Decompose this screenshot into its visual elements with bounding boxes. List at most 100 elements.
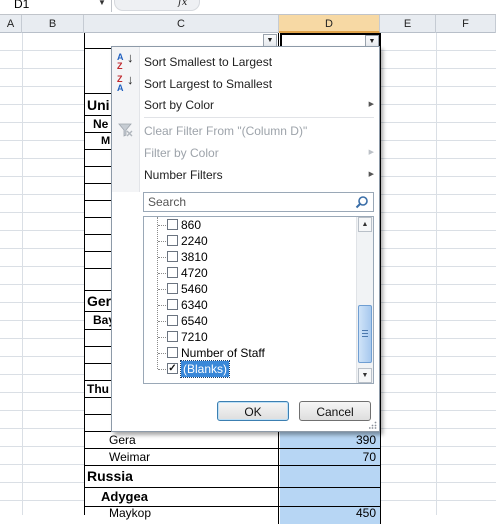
list-item-label: 4720 [181, 266, 208, 280]
list-item[interactable]: 860 [158, 217, 348, 233]
menu-filter-by-color[interactable]: Filter by Color ▶ [144, 143, 374, 163]
search-icon[interactable] [355, 195, 369, 209]
list-item-label: 3810 [181, 250, 208, 264]
column-header-label: B [48, 18, 57, 30]
cell-value: 70 [362, 450, 376, 464]
list-item[interactable]: Number of Staff [158, 345, 348, 361]
submenu-arrow-icon: ▶ [368, 149, 374, 156]
list-item[interactable]: ✓ (Blanks) [158, 360, 348, 378]
table-row: Weimar 70 [85, 449, 381, 466]
checkbox[interactable] [167, 219, 178, 230]
name-box[interactable]: D1 ▼ [0, 0, 112, 12]
list-item[interactable]: 6540 [158, 313, 348, 329]
tree-connector [158, 369, 166, 370]
list-item[interactable]: 7210 [158, 329, 348, 345]
column-header-label: E [403, 18, 412, 30]
checkbox-checked[interactable]: ✓ [167, 363, 178, 374]
checkbox[interactable] [167, 299, 178, 310]
menu-sort-descending[interactable]: Sort Largest to Smallest [144, 74, 374, 94]
checkbox[interactable] [167, 251, 178, 262]
column-header-label: D [325, 18, 333, 30]
insert-function-icon[interactable]: fx [178, 0, 187, 8]
menu-item-label: Number Filters [144, 168, 223, 182]
menu-clear-filter[interactable]: Clear Filter From "(Column D)" [144, 121, 374, 141]
tree-connector [158, 321, 166, 322]
ok-button[interactable]: OK [217, 401, 289, 421]
tree-connector [158, 353, 166, 354]
gridline [436, 33, 437, 515]
menu-item-label: Clear Filter From "(Column D)" [144, 124, 308, 138]
table-cell[interactable] [280, 488, 381, 506]
list-item[interactable]: 3810 [158, 249, 348, 265]
table-cell[interactable]: Weimar [85, 449, 279, 465]
column-header-label: A [6, 18, 15, 30]
list-item[interactable]: 2240 [158, 233, 348, 249]
tree-connector [158, 289, 166, 290]
table-row: Russia [85, 466, 381, 488]
scroll-up-button[interactable]: ▲ [358, 217, 372, 232]
filter-values-list[interactable]: 860 2240 3810 4720 5460 6340 6540 7210 N… [143, 216, 374, 384]
column-header-f[interactable]: F [436, 15, 496, 33]
search-input[interactable] [146, 194, 351, 210]
sort-ascending-icon: A Z ↓ [117, 50, 134, 71]
menu-item-label: Sort Smallest to Largest [144, 55, 273, 69]
menu-number-filters[interactable]: Number Filters ▶ [144, 165, 374, 185]
tree-connector [158, 337, 166, 338]
tree-connector [158, 241, 166, 242]
name-box-value: D1 [14, 0, 30, 11]
table-cell[interactable]: 70 [280, 449, 381, 465]
list-item-label: 2240 [181, 234, 208, 248]
list-item[interactable]: 5460 [158, 281, 348, 297]
column-headers: A B C D E F [0, 15, 496, 33]
table-row: Gera 390 [85, 432, 381, 449]
table-row: Maykop 450 [85, 506, 381, 524]
table-cell[interactable]: 390 [280, 432, 381, 448]
scrollbar-thumb[interactable] [358, 305, 372, 363]
checkbox[interactable] [167, 347, 178, 358]
table-cell[interactable]: 450 [280, 506, 381, 524]
checkbox[interactable] [167, 283, 178, 294]
checkbox[interactable] [167, 235, 178, 246]
list-item-label: Number of Staff [181, 346, 265, 360]
menu-item-label: Sort Largest to Smallest [144, 77, 273, 91]
checkbox[interactable] [167, 331, 178, 342]
list-item-label: (Blanks) [179, 360, 231, 378]
cell-text: Adygea [101, 489, 148, 504]
table-cell[interactable]: Gera [85, 432, 279, 448]
column-header-label: F [462, 18, 469, 30]
submenu-arrow-icon: ▶ [368, 101, 374, 108]
table-cell[interactable] [280, 466, 381, 487]
grip-icon [362, 330, 368, 337]
cell-text: Russia [87, 468, 133, 484]
submenu-arrow-icon: ▶ [368, 171, 374, 178]
column-header-e[interactable]: E [380, 15, 436, 33]
tree-connector [158, 225, 166, 226]
checkbox[interactable] [167, 315, 178, 326]
cancel-button[interactable]: Cancel [299, 401, 371, 421]
column-header-label: C [177, 18, 185, 30]
column-header-b[interactable]: B [22, 15, 84, 33]
checkbox[interactable] [167, 267, 178, 278]
list-item-label: 6540 [181, 314, 208, 328]
chevron-down-icon[interactable]: ▼ [98, 0, 106, 11]
clear-filter-icon [118, 122, 138, 142]
list-item[interactable]: 4720 [158, 265, 348, 281]
menu-sort-ascending[interactable]: Sort Smallest to Largest [144, 52, 374, 72]
column-header-d[interactable]: D [279, 15, 380, 33]
search-box [143, 192, 374, 212]
table-cell[interactable]: Adygea [85, 488, 279, 506]
resize-grip-icon[interactable] [369, 421, 377, 429]
table-cell[interactable]: Maykop [85, 506, 279, 524]
list-item-label: 860 [181, 218, 202, 232]
table-row: Adygea [85, 488, 381, 507]
scrollbar[interactable]: ▲ ▼ [356, 217, 373, 383]
list-item[interactable]: 6340 [158, 297, 348, 313]
table-cell[interactable]: Russia [85, 466, 279, 487]
list-item-label: 5460 [181, 282, 208, 296]
menu-item-label: Filter by Color [144, 146, 219, 160]
column-header-c[interactable]: C [84, 15, 279, 33]
column-header-a[interactable]: A [0, 15, 22, 33]
cell-text: Maykop [109, 506, 152, 520]
menu-sort-by-color[interactable]: Sort by Color ▶ [144, 95, 374, 115]
scroll-down-button[interactable]: ▼ [358, 368, 372, 383]
